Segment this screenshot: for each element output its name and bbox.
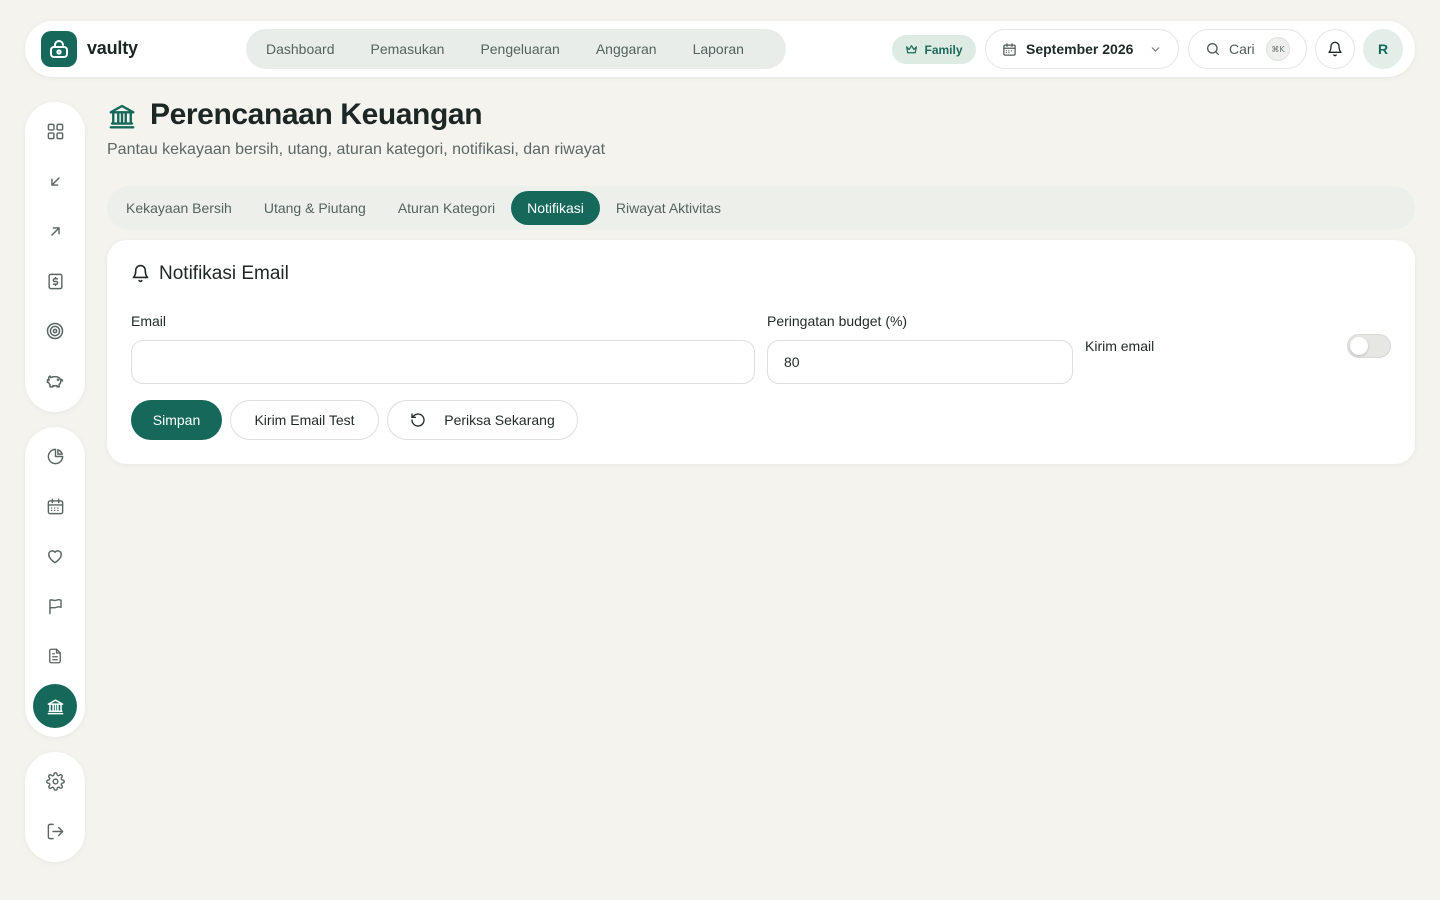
send-email-label: Kirim email bbox=[1085, 338, 1155, 354]
savings-piggy-icon bbox=[45, 371, 65, 391]
tab-activity-history[interactable]: Riwayat Aktivitas bbox=[600, 191, 737, 225]
check-now-label: Periksa Sekarang bbox=[444, 412, 555, 428]
nav-laporan[interactable]: Laporan bbox=[675, 29, 762, 69]
sidebar-group-tools bbox=[25, 427, 85, 737]
expense-arrow-icon bbox=[47, 223, 64, 240]
brand-name: vaulty bbox=[87, 38, 138, 58]
month-label: September 2026 bbox=[1026, 41, 1134, 57]
bank-icon bbox=[107, 101, 137, 131]
sidebar-group-main bbox=[25, 102, 85, 412]
planning-bank-icon bbox=[46, 697, 65, 716]
notifications-button[interactable] bbox=[1315, 29, 1355, 69]
sidebar-item-target[interactable] bbox=[33, 309, 77, 353]
sidebar-item-calendar[interactable] bbox=[33, 484, 77, 528]
sidebar-group-account bbox=[25, 752, 85, 862]
plan-badge: Family bbox=[892, 35, 976, 64]
goals-flag-icon bbox=[46, 597, 65, 616]
sidebar-item-savings[interactable] bbox=[33, 359, 77, 403]
search-shortcut: ⌘K bbox=[1266, 37, 1290, 61]
search-label: Cari bbox=[1229, 41, 1255, 57]
planning-tabs: Kekayaan Bersih Utang & Piutang Aturan K… bbox=[107, 186, 1415, 230]
logout-icon bbox=[46, 822, 65, 841]
search-button[interactable]: Cari ⌘K bbox=[1188, 29, 1307, 69]
toggle-knob bbox=[1350, 337, 1368, 355]
check-now-button[interactable]: Periksa Sekarang bbox=[387, 400, 578, 440]
wishlist-heart-icon bbox=[45, 546, 65, 566]
document-icon bbox=[46, 647, 64, 665]
crown-icon bbox=[905, 43, 918, 56]
calendar-icon bbox=[1002, 42, 1017, 57]
sidebar-item-budget[interactable] bbox=[33, 259, 77, 303]
card-title: Notifikasi Email bbox=[159, 263, 289, 284]
sidebar-item-expense[interactable] bbox=[33, 209, 77, 253]
refresh-icon bbox=[410, 412, 426, 428]
tab-category-rules[interactable]: Aturan Kategori bbox=[382, 191, 511, 225]
bell-icon bbox=[131, 264, 150, 283]
nav-pengeluaran[interactable]: Pengeluaran bbox=[462, 29, 577, 69]
sidebar-item-logout[interactable] bbox=[33, 809, 77, 853]
month-selector[interactable]: September 2026 bbox=[985, 29, 1179, 69]
sidebar-item-settings[interactable] bbox=[33, 759, 77, 803]
send-email-toggle[interactable] bbox=[1347, 334, 1391, 358]
vaulty-logo-icon[interactable] bbox=[41, 31, 77, 67]
nav-pemasukan[interactable]: Pemasukan bbox=[353, 29, 463, 69]
page-subtitle: Pantau kekayaan bersih, utang, aturan ka… bbox=[107, 141, 606, 158]
main-nav: Dashboard Pemasukan Pengeluaran Anggaran… bbox=[246, 29, 786, 69]
sidebar-item-income[interactable] bbox=[33, 159, 77, 203]
target-icon bbox=[45, 321, 65, 341]
nav-anggaran[interactable]: Anggaran bbox=[578, 29, 675, 69]
top-bar: vaulty Dashboard Pemasukan Pengeluaran A… bbox=[25, 21, 1415, 77]
tab-notifications[interactable]: Notifikasi bbox=[511, 191, 600, 225]
budget-warning-input[interactable] bbox=[767, 340, 1073, 384]
bell-icon bbox=[1327, 41, 1343, 57]
sidebar-item-planning[interactable] bbox=[33, 684, 77, 728]
report-pie-icon bbox=[46, 447, 65, 466]
chevron-down-icon bbox=[1149, 43, 1162, 56]
plan-badge-label: Family bbox=[924, 42, 963, 57]
budget-dollar-icon bbox=[46, 272, 65, 291]
user-avatar[interactable]: R bbox=[1363, 29, 1403, 69]
sidebar-item-dashboard[interactable] bbox=[33, 109, 77, 153]
send-test-email-button[interactable]: Kirim Email Test bbox=[230, 400, 379, 440]
sidebar-item-report[interactable] bbox=[33, 434, 77, 478]
search-icon bbox=[1205, 41, 1221, 57]
sidebar-item-goals[interactable] bbox=[33, 584, 77, 628]
nav-dashboard[interactable]: Dashboard bbox=[248, 29, 353, 69]
page-title: Perencanaan Keuangan bbox=[150, 98, 483, 131]
save-button[interactable]: Simpan bbox=[131, 400, 222, 440]
tab-debts[interactable]: Utang & Piutang bbox=[248, 191, 382, 225]
income-arrow-icon bbox=[47, 173, 64, 190]
budget-warning-label: Peringatan budget (%) bbox=[767, 313, 908, 329]
dashboard-grid-icon bbox=[46, 122, 65, 141]
tab-net-worth[interactable]: Kekayaan Bersih bbox=[110, 191, 248, 225]
email-notification-card: Notifikasi Email Email Peringatan budget… bbox=[107, 240, 1415, 464]
sidebar-item-documents[interactable] bbox=[33, 634, 77, 678]
email-label: Email bbox=[131, 313, 167, 329]
sidebar-item-wishlist[interactable] bbox=[33, 534, 77, 578]
email-input[interactable] bbox=[131, 340, 755, 384]
settings-gear-icon bbox=[45, 771, 65, 791]
calendar-icon bbox=[46, 497, 65, 516]
